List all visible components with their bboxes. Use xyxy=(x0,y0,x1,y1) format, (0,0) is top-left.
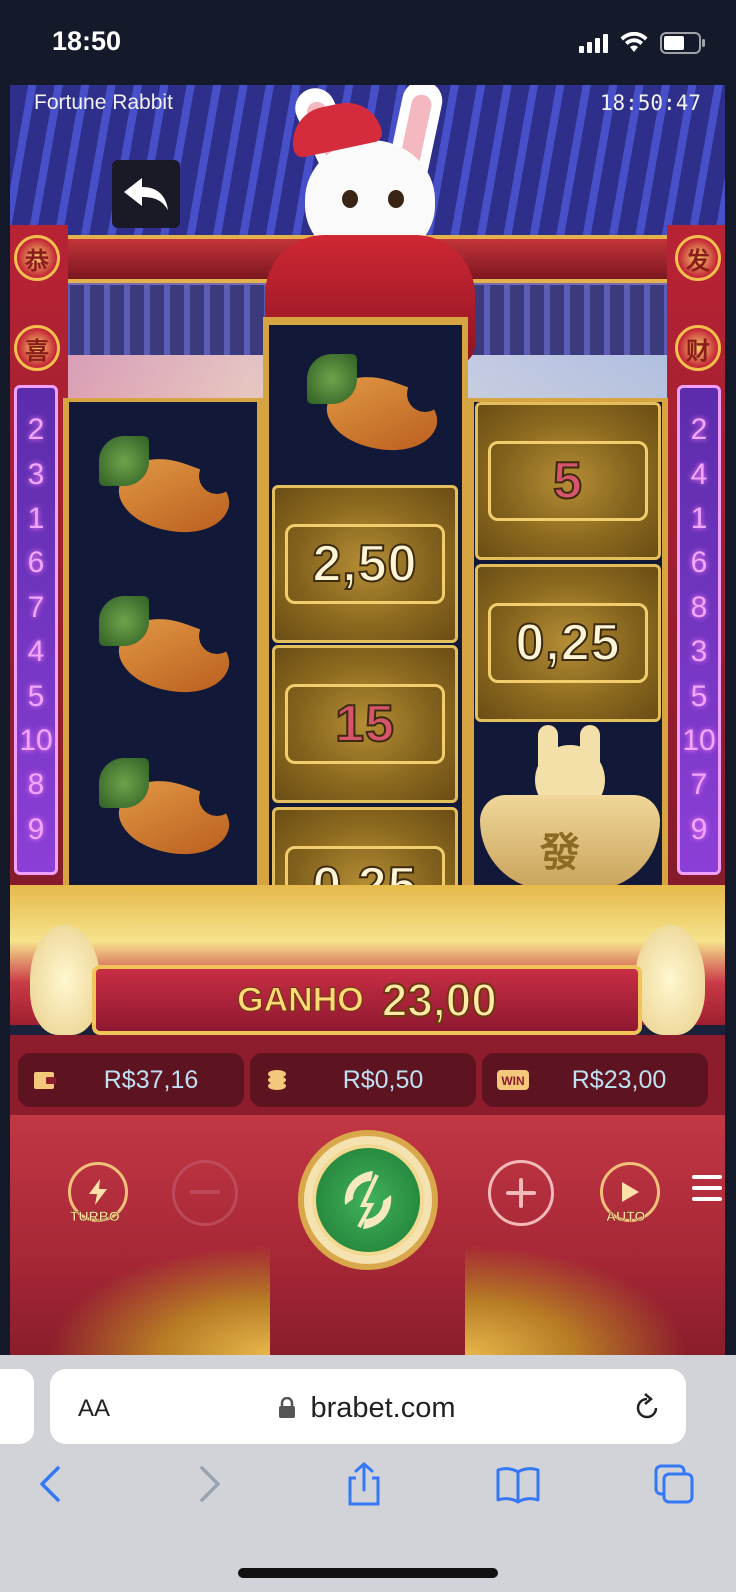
carrot-symbol xyxy=(89,432,239,552)
payline-number: 7 xyxy=(27,590,45,624)
bet-value: R$0,50 xyxy=(342,1065,424,1094)
gold-scroll-left xyxy=(10,1225,270,1355)
browser-nav-bar xyxy=(0,1462,736,1522)
reload-icon[interactable] xyxy=(632,1393,662,1423)
right-guardian-bunny xyxy=(635,925,705,1035)
back-arrow-icon xyxy=(124,178,168,210)
spin-button[interactable] xyxy=(312,1144,424,1256)
payline-number: 3 xyxy=(27,457,45,491)
payline-number: 4 xyxy=(27,635,45,669)
ingot-glyph: 發 xyxy=(540,831,580,875)
bet-pill[interactable]: R$0,50 xyxy=(250,1053,476,1107)
medal-right-1: 发 xyxy=(675,235,721,281)
payline-number: 10 xyxy=(682,723,716,757)
wifi-icon xyxy=(620,32,648,52)
gold-ingot-rabbit-symbol: 發 xyxy=(480,725,660,895)
status-bar: 18:50 xyxy=(0,0,736,85)
payline-number: 7 xyxy=(690,768,708,802)
increase-bet-button[interactable] xyxy=(488,1160,554,1226)
money-value: 5 xyxy=(488,441,648,521)
left-guardian-bunny xyxy=(30,925,100,1035)
money-symbol: 5 xyxy=(475,402,661,560)
share-icon[interactable] xyxy=(342,1462,386,1506)
money-symbol: 2,50 xyxy=(272,485,458,643)
payline-number: 1 xyxy=(690,501,708,535)
medal-left-2: 喜 xyxy=(14,325,60,371)
money-value: 2,50 xyxy=(285,524,445,604)
game-title: Fortune Rabbit xyxy=(34,91,173,114)
win-amount: 23,00 xyxy=(381,973,498,1027)
url-domain: brabet.com xyxy=(310,1392,456,1424)
carrot-symbol xyxy=(89,754,239,874)
win-badge-text: WIN xyxy=(501,1074,524,1088)
win-value: R$23,00 xyxy=(571,1065,667,1094)
auto-label: AUTO xyxy=(606,1208,646,1225)
payline-number: 9 xyxy=(27,812,45,846)
payline-number: 10 xyxy=(19,723,53,757)
back-nav-icon[interactable] xyxy=(30,1462,74,1506)
reel-2: 2,50 15 0,25 xyxy=(263,317,468,973)
balance-value: R$37,16 xyxy=(103,1065,199,1094)
win-label: GANHO xyxy=(237,980,365,1019)
game-screen[interactable]: Fortune Rabbit 18:50:47 恭 喜 发 财 2 3 1 6 … xyxy=(10,85,725,1355)
money-symbol: 0,25 xyxy=(475,564,661,722)
medal-right-2: 财 xyxy=(675,325,721,371)
payline-number: 6 xyxy=(27,546,45,580)
decrease-bet-button[interactable] xyxy=(172,1160,238,1226)
money-value: 15 xyxy=(285,684,445,764)
status-icons xyxy=(579,32,706,54)
lightning-icon xyxy=(89,1179,107,1205)
medal-left-1: 恭 xyxy=(14,235,60,281)
coins-icon xyxy=(264,1067,290,1093)
balance-pill[interactable]: R$37,16 xyxy=(18,1053,244,1107)
plus-icon xyxy=(506,1178,536,1208)
turbo-label: TURBO xyxy=(70,1208,120,1225)
money-value: 0,25 xyxy=(488,603,648,683)
payline-number: 5 xyxy=(690,679,708,713)
payline-number: 1 xyxy=(27,501,45,535)
left-payline-numbers: 2 3 1 6 7 4 5 10 8 9 xyxy=(14,385,58,875)
payline-number: 9 xyxy=(690,812,708,846)
payline-number: 8 xyxy=(690,590,708,624)
forward-nav-icon[interactable] xyxy=(186,1462,230,1506)
payline-number: 4 xyxy=(690,457,708,491)
bookmarks-icon[interactable] xyxy=(496,1462,540,1506)
spin-arrows-icon xyxy=(344,1171,392,1229)
back-button[interactable] xyxy=(112,160,180,228)
gold-scroll-right xyxy=(465,1225,725,1355)
payline-number: 3 xyxy=(690,635,708,669)
carrot-symbol xyxy=(297,350,447,470)
signal-icon xyxy=(579,33,608,53)
money-symbol: 15 xyxy=(272,645,458,803)
play-icon xyxy=(622,1182,639,1202)
payline-number: 2 xyxy=(27,413,45,447)
payline-number: 6 xyxy=(690,546,708,580)
minus-icon xyxy=(190,1190,220,1194)
menu-icon[interactable] xyxy=(692,1175,722,1201)
right-payline-numbers: 2 4 1 6 8 3 5 10 7 9 xyxy=(677,385,721,875)
payline-number: 2 xyxy=(690,413,708,447)
wallet-icon xyxy=(32,1067,58,1093)
game-clock: 18:50:47 xyxy=(599,91,701,115)
status-time: 18:50 xyxy=(52,26,122,56)
win-display: GANHO 23,00 xyxy=(92,965,642,1035)
payline-number: 8 xyxy=(27,768,45,802)
tabs-icon[interactable] xyxy=(652,1462,696,1506)
win-badge-icon: WIN xyxy=(496,1067,530,1093)
home-indicator[interactable] xyxy=(238,1568,498,1578)
url-text[interactable]: brabet.com xyxy=(0,1392,736,1425)
carrot-symbol xyxy=(89,592,239,712)
win-pill[interactable]: WIN R$23,00 xyxy=(482,1053,708,1107)
payline-number: 5 xyxy=(27,679,45,713)
battery-icon xyxy=(660,32,705,54)
